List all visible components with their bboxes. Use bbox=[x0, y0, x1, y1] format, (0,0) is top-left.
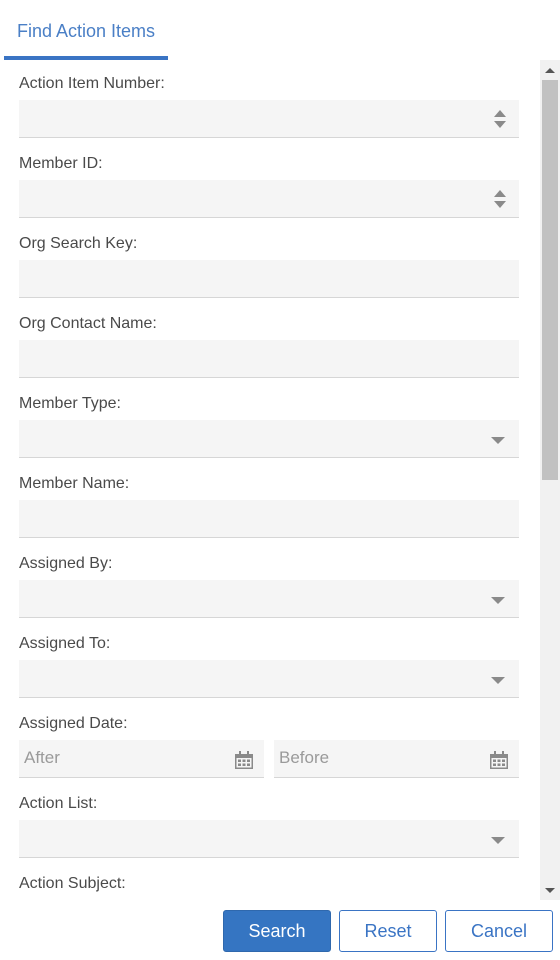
assigned-to-label: Assigned To: bbox=[19, 635, 111, 652]
org-search-key-label: Org Search Key: bbox=[19, 235, 138, 252]
tab-bar: Find Action Items bbox=[0, 0, 560, 60]
org-search-key-input[interactable] bbox=[19, 260, 519, 298]
search-form: Action Item Number: Member ID: Org Searc… bbox=[0, 60, 538, 900]
cancel-button[interactable]: Cancel bbox=[445, 910, 553, 952]
tab-find-action-items[interactable]: Find Action Items bbox=[4, 0, 168, 60]
action-subject-label: Action Subject: bbox=[19, 875, 126, 892]
assigned-date-before-input[interactable]: Before bbox=[274, 740, 519, 778]
chevron-down-icon bbox=[491, 437, 505, 444]
calendar-icon[interactable] bbox=[489, 750, 509, 770]
form-footer: Search Reset Cancel bbox=[0, 900, 560, 960]
action-item-number-label: Action Item Number: bbox=[19, 75, 165, 92]
spinner-icon[interactable] bbox=[494, 190, 506, 208]
chevron-down-icon bbox=[491, 677, 505, 684]
scroll-down-icon[interactable] bbox=[545, 888, 555, 893]
before-placeholder: Before bbox=[279, 748, 330, 767]
spinner-icon[interactable] bbox=[494, 110, 506, 128]
vertical-scrollbar[interactable] bbox=[540, 60, 560, 900]
member-id-label: Member ID: bbox=[19, 155, 103, 172]
assigned-by-label: Assigned By: bbox=[19, 555, 113, 572]
search-button[interactable]: Search bbox=[223, 910, 331, 952]
member-type-label: Member Type: bbox=[19, 395, 121, 412]
assigned-to-select[interactable] bbox=[19, 660, 519, 698]
chevron-down-icon bbox=[491, 837, 505, 844]
member-name-input[interactable] bbox=[19, 500, 519, 538]
after-placeholder: After bbox=[24, 748, 60, 767]
assigned-date-label: Assigned Date: bbox=[19, 715, 128, 732]
action-item-number-input[interactable] bbox=[19, 100, 519, 138]
scrollbar-thumb[interactable] bbox=[542, 80, 558, 480]
action-list-select[interactable] bbox=[19, 820, 519, 858]
assigned-by-select[interactable] bbox=[19, 580, 519, 618]
scroll-up-icon[interactable] bbox=[545, 68, 555, 73]
member-type-select[interactable] bbox=[19, 420, 519, 458]
calendar-icon[interactable] bbox=[234, 750, 254, 770]
member-name-label: Member Name: bbox=[19, 475, 130, 492]
org-contact-name-input[interactable] bbox=[19, 340, 519, 378]
reset-button[interactable]: Reset bbox=[339, 910, 437, 952]
action-list-label: Action List: bbox=[19, 795, 98, 812]
chevron-down-icon bbox=[491, 597, 505, 604]
assigned-date-after-input[interactable]: After bbox=[19, 740, 264, 778]
member-id-input[interactable] bbox=[19, 180, 519, 218]
org-contact-name-label: Org Contact Name: bbox=[19, 315, 157, 332]
